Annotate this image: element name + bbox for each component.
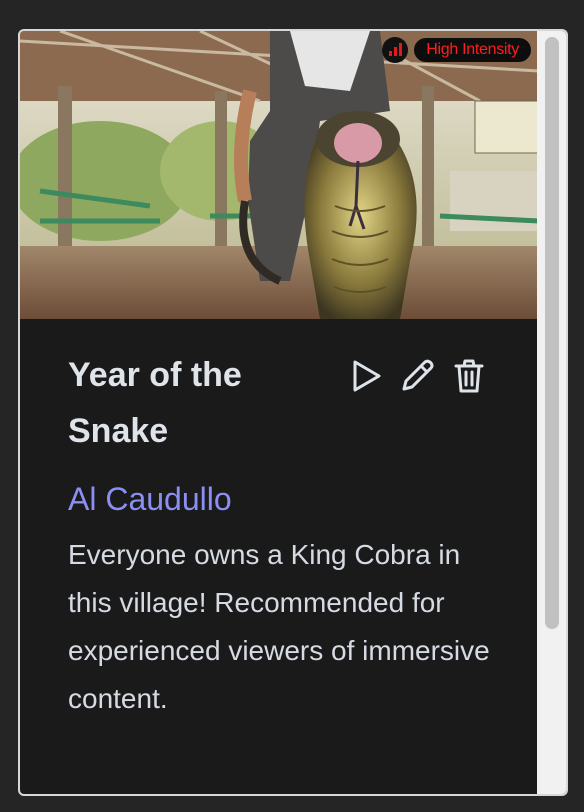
action-buttons — [346, 357, 488, 395]
video-card: High Intensity Year of the Snake Al Caud… — [18, 29, 568, 796]
signal-bars-icon — [382, 37, 409, 63]
delete-button[interactable] — [450, 357, 488, 395]
intensity-badge: High Intensity — [414, 38, 531, 62]
video-thumbnail[interactable]: High Intensity — [20, 31, 539, 319]
play-icon — [353, 360, 381, 392]
author-link[interactable]: Al Caudullo — [68, 479, 491, 519]
card-body: Year of the Snake Al Caudullo Everyone o… — [20, 319, 539, 723]
title-row: Year of the Snake — [68, 347, 491, 459]
card-content: High Intensity Year of the Snake Al Caud… — [20, 31, 539, 794]
scrollbar-thumb[interactable] — [545, 37, 559, 629]
video-description: Everyone owns a King Cobra in this villa… — [68, 539, 490, 714]
scrollbar[interactable] — [537, 31, 566, 794]
pencil-icon — [402, 359, 434, 391]
intensity-indicator: High Intensity — [382, 37, 531, 63]
edit-button[interactable] — [398, 357, 436, 395]
thumbnail-image — [20, 31, 539, 319]
play-button[interactable] — [346, 357, 384, 395]
video-title: Year of the Snake — [68, 356, 242, 450]
trash-icon — [454, 359, 484, 393]
